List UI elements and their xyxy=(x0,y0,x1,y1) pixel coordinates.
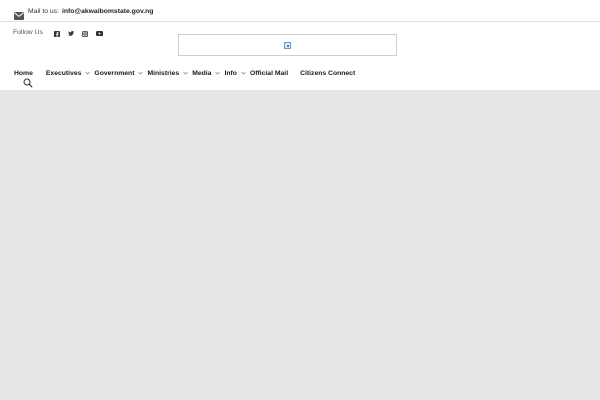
nav-label-ministries: Ministries xyxy=(147,69,180,77)
top-bar: Mail to us: info@akwaibomstate.gov.ng xyxy=(0,0,600,22)
nav-item-government[interactable]: Government xyxy=(94,70,147,77)
nav-label-official-mail: Official Mail xyxy=(249,69,289,77)
chevron-down-icon xyxy=(85,70,91,77)
mail-label: Mail to us: xyxy=(28,7,59,15)
nav-item-official-mail[interactable]: Official Mail xyxy=(250,70,288,77)
content-area xyxy=(0,90,600,400)
nav-item-executives[interactable]: Executives xyxy=(46,70,95,77)
social-links xyxy=(50,29,106,38)
chevron-down-icon xyxy=(183,70,188,77)
broken-image-icon xyxy=(284,41,291,49)
search-button[interactable] xyxy=(22,78,33,89)
nav-item-media[interactable]: Media xyxy=(192,70,224,77)
mail-info: Mail to us: info@akwaibomstate.gov.ng xyxy=(14,5,153,20)
chevron-down-icon xyxy=(241,70,246,77)
nav-label-media: Media xyxy=(192,69,212,77)
mail-address-link[interactable]: info@akwaibomstate.gov.ng xyxy=(62,8,153,15)
instagram-icon[interactable] xyxy=(78,29,92,38)
nav-item-citizens-connect[interactable]: Citizens Connect xyxy=(300,70,355,77)
youtube-icon[interactable] xyxy=(92,29,106,38)
nav-label-citizens-connect: Citizens Connect xyxy=(300,69,356,77)
nav-label-government: Government xyxy=(94,69,135,77)
nav-item-info[interactable]: Info xyxy=(224,70,249,77)
header-banner[interactable] xyxy=(178,34,397,56)
nav-label-info: Info xyxy=(224,69,237,77)
follow-label: Follow Us xyxy=(13,29,43,36)
twitter-icon[interactable] xyxy=(64,29,78,38)
chevron-down-icon xyxy=(138,70,144,77)
site-header: Follow Us Home Executives Government Min… xyxy=(0,22,600,90)
main-navigation: Home Executives Government Ministries Me… xyxy=(14,66,355,80)
chevron-down-icon xyxy=(215,70,221,77)
facebook-icon[interactable] xyxy=(50,29,64,38)
nav-item-ministries[interactable]: Ministries xyxy=(147,70,192,77)
nav-label-executives: Executives xyxy=(45,69,82,77)
envelope-icon xyxy=(14,7,24,20)
